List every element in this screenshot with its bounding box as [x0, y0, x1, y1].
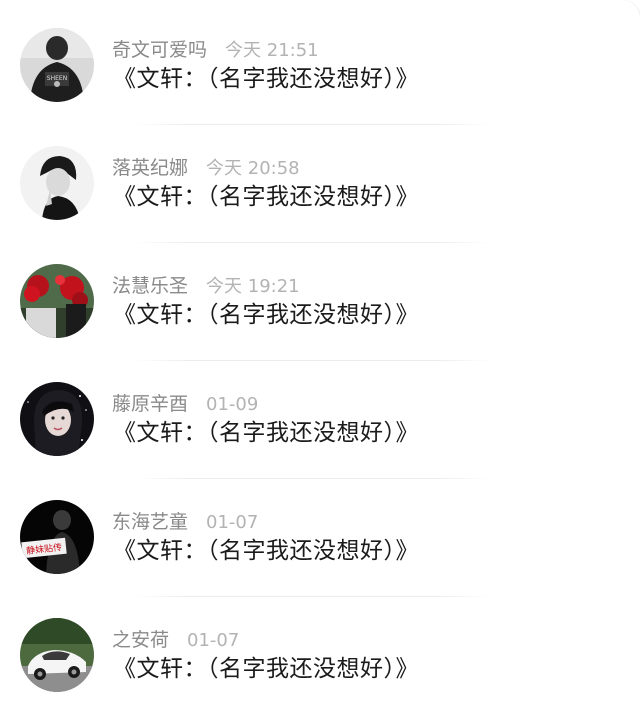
comment-time: 01-07	[187, 630, 240, 651]
comment-time: 今天 21:51	[225, 40, 319, 61]
comment-item[interactable]: 落英纪娜 今天 20:58 《文轩：（名字我还没想好）》	[0, 118, 640, 243]
avatar-dark-hoodie-icon: SHEEN	[20, 28, 94, 102]
comment-meta: 奇文可爱吗 今天 21:51	[112, 37, 319, 63]
avatar-bw-portrait-icon	[20, 146, 94, 220]
comment-item[interactable]: 法慧乐圣 今天 19:21 《文轩：（名字我还没想好）》	[0, 236, 640, 361]
comment-author[interactable]: 藤原辛酉	[112, 393, 188, 415]
comment-meta: 之安荷 01-07	[112, 627, 239, 653]
comment-text: 《文轩：（名字我还没想好）》	[113, 302, 419, 328]
comment-item[interactable]: 静妹贴传 东海艺童 01-07 《文轩：（名字我还没想好）》	[0, 472, 640, 597]
comment-item[interactable]: 藤原辛酉 01-09 《文轩：（名字我还没想好）》	[0, 354, 640, 479]
avatar-white-car-icon	[20, 618, 94, 692]
comment-time: 01-07	[206, 512, 259, 533]
comment-text: 《文轩：（名字我还没想好）》	[113, 538, 419, 564]
comment-author[interactable]: 法慧乐圣	[112, 275, 188, 297]
comment-item[interactable]: 之安荷 01-07 《文轩：（名字我还没想好）》	[0, 590, 640, 708]
comment-author[interactable]: 之安荷	[112, 629, 169, 651]
comment-text: 《文轩：（名字我还没想好）》	[113, 420, 419, 446]
svg-text:SHEEN: SHEEN	[47, 75, 67, 82]
avatar[interactable]	[20, 146, 94, 220]
avatar[interactable]	[20, 382, 94, 456]
comment-author[interactable]: 落英纪娜	[112, 157, 188, 179]
comment-meta: 东海艺童 01-07	[112, 509, 258, 535]
comment-text: 《文轩：（名字我还没想好）》	[113, 656, 419, 682]
avatar[interactable]: SHEEN	[20, 28, 94, 102]
comment-text: 《文轩：（名字我还没想好）》	[113, 66, 419, 92]
avatar[interactable]: 静妹贴传	[20, 500, 94, 574]
avatar-girl-sparkle-icon	[20, 382, 94, 456]
avatar[interactable]	[20, 618, 94, 692]
comment-panel: SHEEN 奇文可爱吗 今天 21:51 《文轩：（名字我还没想好）》 落英纪娜…	[0, 0, 640, 705]
comment-item[interactable]: SHEEN 奇文可爱吗 今天 21:51 《文轩：（名字我还没想好）》	[0, 0, 640, 125]
comment-meta: 藤原辛酉 01-09	[112, 391, 258, 417]
comment-text: 《文轩：（名字我还没想好）》	[113, 184, 419, 210]
comment-meta: 法慧乐圣 今天 19:21	[112, 273, 300, 299]
comment-time: 01-09	[206, 394, 259, 415]
avatar[interactable]	[20, 264, 94, 338]
comment-author[interactable]: 东海艺童	[112, 511, 188, 533]
comment-time: 今天 19:21	[206, 276, 300, 297]
avatar-red-flowers-icon	[20, 264, 94, 338]
comment-author[interactable]: 奇文可爱吗	[112, 39, 207, 61]
comment-meta: 落英纪娜 今天 20:58	[112, 155, 300, 181]
avatar-black-redsign-icon: 静妹贴传	[20, 500, 94, 574]
comment-time: 今天 20:58	[206, 158, 300, 179]
